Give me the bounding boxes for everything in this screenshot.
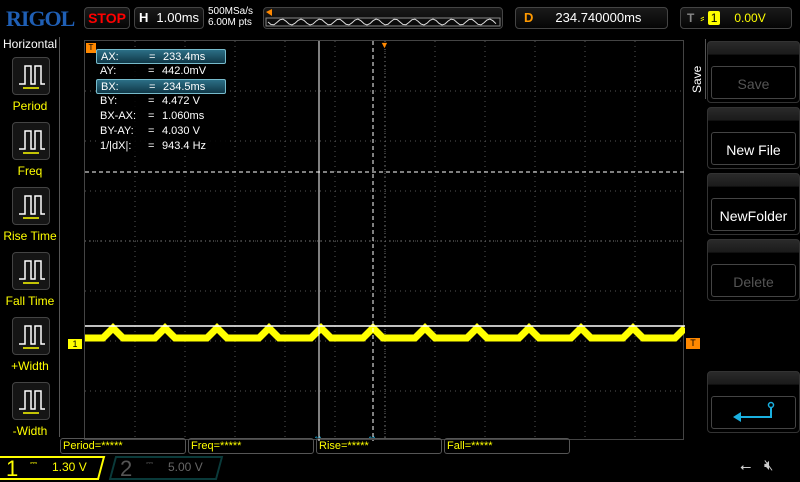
rising-edge-icon: ⸗ (700, 11, 705, 25)
cursor-value: 943.4 Hz (162, 140, 207, 152)
cursor-value: 4.472 V (162, 95, 200, 107)
ch1-number: 1 (6, 456, 19, 481)
cursor-row: BY: = 4.472 V (96, 94, 226, 109)
cursor-value: 234.5ms (163, 81, 206, 93)
cursor-eq: = (148, 95, 155, 107)
speaker-muted-icon[interactable]: 🔇︎ (764, 457, 773, 474)
measurement-slot[interactable]: Rise=***** (316, 438, 442, 454)
measure-label: Rise Time (3, 229, 57, 243)
ch2-scale: 5.00 V (168, 460, 203, 474)
cursor-value: 233.4ms (163, 51, 206, 63)
sample-rate: 500MSa/s (208, 6, 254, 17)
cursor-key: BX-AX: (100, 110, 137, 122)
waveform-overview-icon (265, 9, 501, 27)
cursor-eq: = (149, 51, 156, 63)
cursor-value: 1.060ms (162, 110, 205, 122)
measurement-slot[interactable]: Period=***** (60, 438, 186, 454)
measure-label: -Width (12, 424, 48, 438)
measure-label: +Width (11, 359, 49, 373)
dc-coupling-icon: ⎓ (146, 458, 154, 468)
cursor-row: BX: = 234.5ms (96, 79, 226, 94)
cursor-key: 1/|dX|: (100, 140, 132, 152)
trigger-source: 1 (707, 11, 721, 25)
h-label: H (139, 10, 149, 25)
cursor-eq: = (148, 65, 155, 77)
channel-status-bar: 1 ⎓ 1.30 V 2 ⎓ 5.00 V ⭠ 🔇︎ (0, 456, 800, 481)
ch1-scale: 1.30 V (52, 460, 87, 474)
usb-icon: ⭠ (740, 458, 752, 474)
timebase-value: 1.00ms (156, 10, 200, 25)
fall-time-measure-button[interactable] (12, 252, 50, 290)
rise-time-icon (19, 195, 45, 219)
run-stop-indicator[interactable]: STOP (84, 7, 130, 29)
measure-label: Period (12, 99, 48, 113)
newfolder-button[interactable]: NewFolder (707, 173, 800, 235)
cursor-readout: AX: = 233.4ms AY: = 442.0mV BX: = 234.5ms BY: = 4.4… (96, 49, 226, 155)
fall-time-icon (19, 260, 45, 284)
trigger-position-marker: T (86, 43, 96, 53)
back-button[interactable] (707, 371, 800, 433)
cursor-key: AX: (101, 51, 119, 63)
measurement-slot[interactable]: Freq=***** (188, 438, 314, 454)
cursor-row: AY: = 442.0mV (96, 64, 226, 79)
negative-width-icon (19, 390, 45, 414)
dc-coupling-icon: ⎓ (30, 458, 38, 468)
frequency-icon (19, 130, 45, 154)
positive-width-icon (19, 325, 45, 349)
freq-measure-button[interactable] (12, 122, 50, 160)
d-label: D (524, 10, 534, 25)
cursor-row: 1/|dX|: = 943.4 Hz (96, 139, 226, 154)
cursor-eq: = (149, 81, 156, 93)
cursor-value: 442.0mV (162, 65, 207, 77)
acquisition-info: 500MSa/s 6.00M pts (208, 6, 253, 28)
period-measure-button[interactable] (12, 57, 50, 95)
cursor-key: BY-AY: (100, 125, 134, 137)
cursor-row: AX: = 233.4ms (96, 49, 226, 64)
save-button[interactable]: Save (707, 41, 800, 103)
t-label: T (687, 11, 695, 25)
trigger-box[interactable]: T ⸗ 1 0.00V (680, 7, 792, 29)
cursor-key: AY: (100, 65, 117, 77)
cursor-eq: = (148, 125, 155, 137)
rise-time-measure-button[interactable] (12, 187, 50, 225)
save-menu: Save Save New File NewFolder Delete (688, 37, 800, 437)
button-label: New File (711, 132, 796, 165)
ch1-ground-marker: 1 (68, 339, 82, 349)
new-file-button[interactable]: New File (707, 107, 800, 169)
measurement-slot[interactable]: Fall=***** (444, 438, 570, 454)
delay-value: 234.740000ms (555, 10, 642, 25)
delete-button[interactable]: Delete (707, 239, 800, 301)
period-icon (19, 65, 45, 89)
return-arrow-icon (732, 401, 774, 422)
delay-box[interactable]: D 234.740000ms (515, 7, 668, 29)
timebase-box[interactable]: H 1.00ms (134, 7, 204, 29)
memory-overview (263, 7, 503, 29)
menu-title: Save (690, 65, 704, 93)
rigol-logo: RIGOL (6, 6, 75, 31)
cursor-eq: = (148, 110, 155, 122)
ch2-number: 2 (120, 456, 133, 481)
cursor-key: BX: (101, 81, 119, 93)
memory-depth: 6.00M pts (208, 17, 252, 28)
button-label: Delete (711, 264, 796, 297)
measure-label: Freq (17, 164, 43, 178)
cursor-row: BY-AY: = 4.030 V (96, 124, 226, 139)
trigger-delay-marker: ▼ (380, 40, 389, 50)
-width-measure-button[interactable] (12, 317, 50, 355)
horizontal-measure-menu: Horizontal Period Freq Rise Time Fall Time +… (0, 37, 60, 438)
button-label: Save (711, 66, 796, 99)
cursor-eq: = (148, 140, 155, 152)
cursor-key: BY: (100, 95, 118, 107)
menu-title: Horizontal (3, 37, 58, 51)
cursor-value: 4.030 V (162, 125, 200, 137)
measure-label: Fall Time (5, 294, 55, 308)
cursor-row: BX-AX: = 1.060ms (96, 109, 226, 124)
-width-measure-button[interactable] (12, 382, 50, 420)
button-label: NewFolder (711, 198, 796, 231)
trigger-level: 0.00V (734, 11, 766, 25)
